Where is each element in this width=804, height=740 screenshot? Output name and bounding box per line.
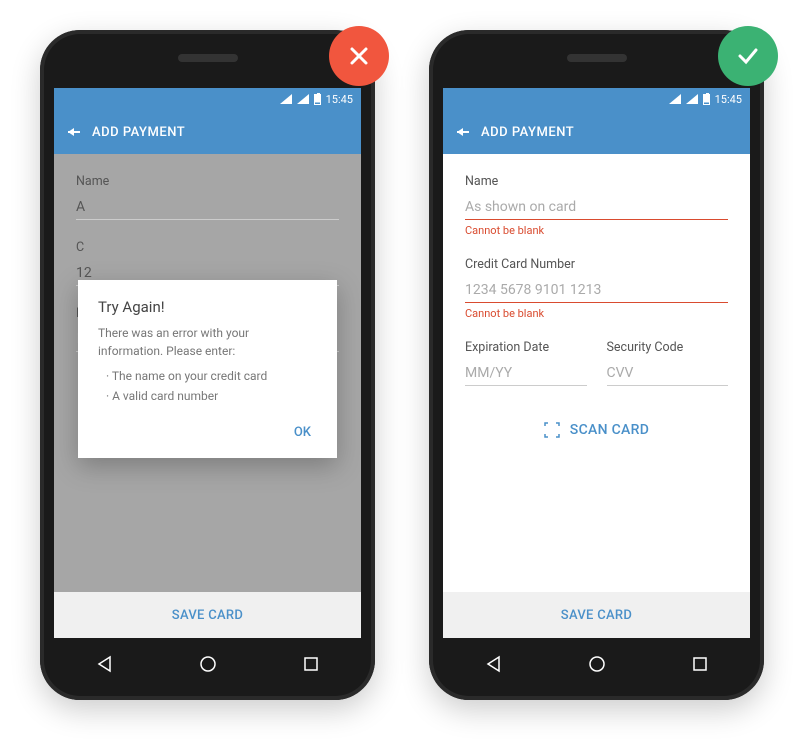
status-bar: 15:45: [443, 88, 750, 110]
dialog-body: There was an error with your information…: [98, 324, 317, 360]
battery-icon: [703, 94, 710, 105]
screen-bad: 15:45 ADD PAYMENT Name A: [54, 88, 361, 638]
bad-badge: [329, 26, 389, 86]
wifi-icon: [669, 94, 681, 104]
name-input[interactable]: A: [76, 193, 339, 220]
phone-frame-good: 15:45 ADD PAYMENT Name As shown on card …: [429, 30, 764, 700]
status-time: 15:45: [715, 93, 742, 106]
name-error: Cannot be blank: [465, 224, 728, 237]
dialog-item-2: · A valid card number: [98, 386, 317, 406]
dialog-ok-button[interactable]: OK: [288, 417, 317, 448]
dialog-title: Try Again!: [98, 298, 317, 316]
check-icon: [734, 42, 762, 70]
cvv-label: Security Code: [607, 340, 729, 355]
card-label: C: [76, 240, 339, 255]
android-nav-bar: [54, 642, 361, 686]
exp-label: Expiration Date: [465, 340, 587, 355]
nav-recent-icon[interactable]: [303, 656, 319, 672]
exp-input[interactable]: MM/YY: [465, 359, 587, 386]
nav-back-icon[interactable]: [485, 655, 503, 673]
save-card-button[interactable]: SAVE CARD: [54, 592, 361, 638]
app-bar: ADD PAYMENT: [443, 110, 750, 154]
status-time: 15:45: [326, 93, 353, 106]
cvv-input[interactable]: CVV: [607, 359, 729, 386]
appbar-title: ADD PAYMENT: [92, 125, 185, 140]
save-card-button[interactable]: SAVE CARD: [443, 592, 750, 638]
back-arrow-icon[interactable]: [457, 128, 463, 136]
card-error: Cannot be blank: [465, 307, 728, 320]
nav-home-icon[interactable]: [587, 654, 607, 674]
scan-icon: [544, 422, 560, 438]
cross-icon: [346, 43, 372, 69]
nav-home-icon[interactable]: [198, 654, 218, 674]
card-input[interactable]: 1234 5678 9101 1213: [465, 276, 728, 303]
name-input[interactable]: As shown on card: [465, 193, 728, 220]
wifi-icon: [280, 94, 292, 104]
signal-icon: [297, 94, 309, 104]
save-card-label: SAVE CARD: [561, 608, 632, 623]
back-arrow-icon[interactable]: [68, 128, 74, 136]
dialog-item-1: · The name on your credit card: [98, 366, 317, 386]
good-badge: [718, 26, 778, 86]
name-label: Name: [76, 174, 339, 189]
appbar-title: ADD PAYMENT: [481, 125, 574, 140]
signal-icon: [686, 94, 698, 104]
scan-card-label: SCAN CARD: [570, 422, 649, 438]
battery-icon: [314, 94, 321, 105]
phone-frame-bad: 15:45 ADD PAYMENT Name A: [40, 30, 375, 700]
screen-good: 15:45 ADD PAYMENT Name As shown on card …: [443, 88, 750, 638]
status-bar: 15:45: [54, 88, 361, 110]
save-card-label: SAVE CARD: [172, 608, 243, 623]
error-dialog: Try Again! There was an error with your …: [78, 280, 337, 458]
scan-card-button[interactable]: SCAN CARD: [544, 422, 649, 438]
card-label: Credit Card Number: [465, 257, 728, 272]
nav-recent-icon[interactable]: [692, 656, 708, 672]
name-label: Name: [465, 174, 728, 189]
android-nav-bar: [443, 642, 750, 686]
nav-back-icon[interactable]: [96, 655, 114, 673]
app-bar: ADD PAYMENT: [54, 110, 361, 154]
